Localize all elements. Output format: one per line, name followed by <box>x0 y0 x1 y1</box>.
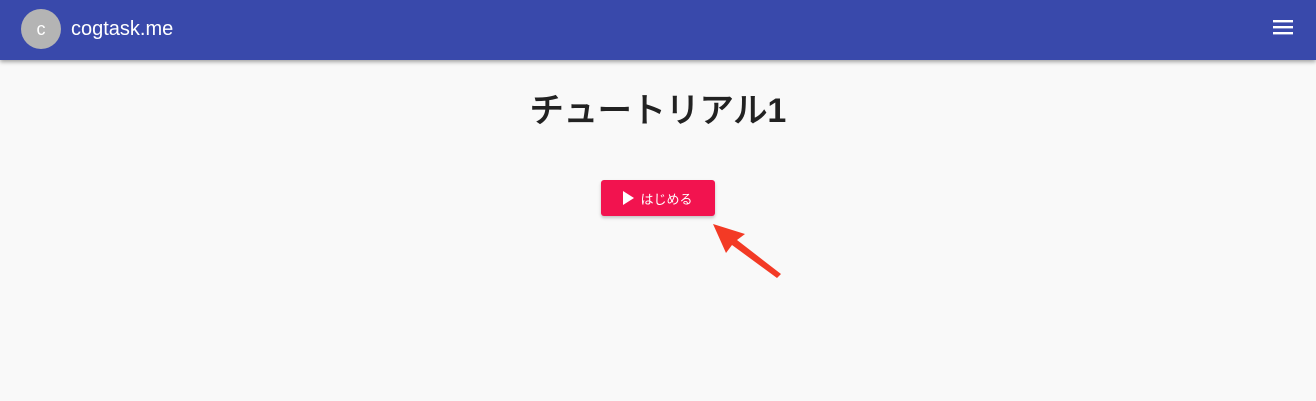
page-title: チュートリアル1 <box>529 92 787 130</box>
avatar[interactable]: c <box>21 9 61 49</box>
menu-button[interactable] <box>1268 14 1298 40</box>
start-button-label: はじめる <box>640 191 693 207</box>
play-icon <box>623 191 635 205</box>
start-button[interactable]: はじめる <box>601 180 715 216</box>
brand-title[interactable]: cogtask.me <box>71 17 173 41</box>
app-header: c cogtask.me <box>0 0 1316 60</box>
hamburger-menu-icon <box>1273 20 1293 35</box>
arrow-annotation-icon <box>713 224 781 278</box>
